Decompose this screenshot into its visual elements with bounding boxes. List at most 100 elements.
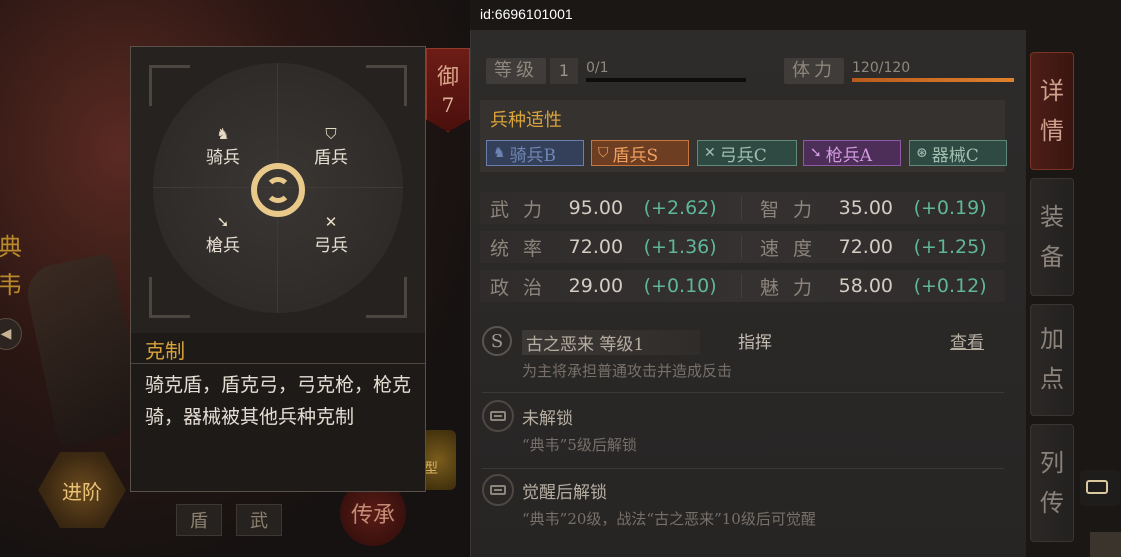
troop-aptitude-label: 盾兵S — [612, 145, 659, 166]
popup-title: 克制 — [145, 339, 185, 363]
divider — [741, 235, 742, 259]
counter-wheel: ♞ 骑兵 ⛉ 盾兵 ➘ 槍兵 ✕ 弓兵 — [153, 63, 403, 313]
skill-title: 未解锁 — [522, 409, 573, 429]
level-row: 等级 1 0/1 — [486, 58, 746, 84]
stat-name: 统率 — [490, 237, 557, 260]
tab-biography-label: 列传 — [1040, 449, 1064, 517]
hero-name: 典韦 — [0, 233, 22, 299]
tab-points[interactable]: 加点 — [1030, 304, 1074, 416]
stat-value: 72.00 — [568, 236, 624, 258]
stamina-text: 120/120 — [852, 60, 911, 76]
stat-name: 武力 — [490, 198, 557, 221]
troop-tag-force[interactable]: 武 — [236, 504, 282, 536]
stamina-bar: 120/120 — [852, 60, 1014, 82]
horse-icon: ♞ — [493, 145, 506, 161]
stat-value: 72.00 — [838, 236, 894, 258]
counter-wheel-area: ♞ 骑兵 ⛉ 盾兵 ➘ 槍兵 ✕ 弓兵 — [131, 47, 425, 333]
unit-spear: ➘ 槍兵 — [193, 213, 253, 256]
spear-icon: ➘ — [810, 145, 822, 161]
troop-aptitude-label: 骑兵B — [509, 145, 557, 166]
aptitude-title: 兵种适性 — [490, 110, 562, 131]
stat-bonus: (+1.36) — [643, 236, 717, 258]
stat-bonus: (+0.19) — [913, 197, 987, 219]
stamina-row: 体力 120/120 — [784, 58, 1014, 84]
gold-badge-label: 型 — [424, 461, 438, 477]
troop-tag-shield[interactable]: 盾 — [176, 504, 222, 536]
scroll-icon[interactable] — [1090, 532, 1121, 557]
divider — [131, 363, 425, 364]
stat-value: 29.00 — [568, 275, 624, 297]
troop-aptitude-4[interactable]: ⊛ 器械C — [909, 140, 1007, 166]
troop-aptitude-label: 器械C — [931, 145, 979, 166]
skill-title: 古之恶来 等级1 — [522, 330, 701, 355]
skill-type: 指挥 — [738, 333, 772, 353]
stat-value: 95.00 — [568, 197, 624, 219]
unit-bow-label: 弓兵 — [314, 236, 348, 256]
shield-icon: ⛉ — [598, 145, 609, 161]
spear-icon: ➘ — [216, 213, 230, 231]
divider — [741, 196, 742, 220]
troop-aptitude-2[interactable]: ✕ 弓兵C — [697, 140, 797, 166]
unit-cavalry-label: 骑兵 — [206, 148, 240, 168]
unit-spear-label: 槍兵 — [206, 236, 240, 256]
hero-armor-art — [22, 252, 148, 448]
stat-row: 政治 29.00 (+0.10) 魅力 58.00 (+0.12) — [480, 270, 1005, 302]
cycle-arrows-icon — [251, 163, 305, 217]
level-label: 等级 — [486, 58, 546, 84]
stat-name: 政治 — [490, 276, 557, 299]
troop-aptitude-label: 枪兵A — [825, 145, 873, 166]
horse-icon: ♞ — [216, 125, 230, 143]
tab-equipment-label: 装备 — [1040, 203, 1064, 271]
stat-bonus: (+1.25) — [913, 236, 987, 258]
shield-icon: ⛉ — [325, 125, 337, 143]
tab-biography[interactable]: 列传 — [1030, 424, 1074, 542]
mail-icon[interactable] — [1080, 470, 1120, 506]
account-id: id:6696101001 — [480, 6, 573, 22]
unit-bow: ✕ 弓兵 — [301, 213, 361, 256]
troop-aptitude-0[interactable]: ♞ 骑兵B — [486, 140, 584, 166]
stat-row: 统率 72.00 (+1.36) 速度 72.00 (+1.25) — [480, 231, 1005, 263]
popup-body: 骑克盾，盾克弓，弓克枪，枪克骑，器械被其他兵种克制 — [145, 374, 412, 428]
stat-name: 魅力 — [759, 276, 826, 299]
skill-2[interactable]: 未解锁 “典韦”5级后解锁 — [482, 400, 1012, 460]
lock-icon — [482, 400, 514, 432]
skill-view-link[interactable]: 查看 — [950, 328, 984, 353]
troop-counter-popup: ♞ 骑兵 ⛉ 盾兵 ➘ 槍兵 ✕ 弓兵 克制 骑克盾，盾克弓，弓克枪，枪克骑，器… — [130, 46, 426, 492]
skill-desc: “典韦”20级，战法“古之恶来”10级后可觉醒 — [522, 510, 816, 528]
unit-shield-label: 盾兵 — [314, 148, 348, 168]
troop-aptitude-label: 弓兵C — [719, 145, 767, 166]
unit-cavalry: ♞ 骑兵 — [193, 125, 253, 168]
ornament-corner — [366, 277, 407, 318]
account-info: id:6696101001 — [480, 0, 573, 22]
level-value: 1 — [550, 58, 578, 84]
stat-value: 58.00 — [838, 275, 894, 297]
defense-label: 御 — [436, 65, 459, 90]
ornament-corner — [149, 277, 190, 318]
stat-row: 武力 95.00 (+2.62) 智力 35.00 (+0.19) — [480, 192, 1005, 224]
bow-icon: ✕ — [324, 213, 338, 231]
defense-value: 7 — [441, 93, 455, 117]
skill-desc: 为主将承担普通攻击并造成反击 — [522, 362, 733, 380]
stat-name: 智力 — [759, 198, 826, 221]
exp-bar: 0/1 — [586, 60, 746, 82]
divider — [482, 468, 1004, 469]
tab-details[interactable]: 详情 — [1030, 52, 1074, 170]
bow-icon: ✕ — [704, 145, 716, 161]
lock-icon — [482, 474, 514, 506]
defense-banner: 御 7 — [426, 48, 470, 132]
stat-bonus: (+0.10) — [643, 275, 717, 297]
divider — [482, 392, 1004, 393]
tab-points-label: 加点 — [1040, 325, 1064, 393]
stat-bonus: (+2.62) — [643, 197, 717, 219]
stat-name: 速度 — [759, 237, 826, 260]
skill-title: 觉醒后解锁 — [522, 483, 607, 503]
skill-3[interactable]: 觉醒后解锁 “典韦”20级，战法“古之恶来”10级后可觉醒 — [482, 474, 1012, 534]
tab-details-label: 详情 — [1040, 77, 1064, 145]
troop-aptitude-3[interactable]: ➘ 枪兵A — [803, 140, 901, 166]
stamina-label: 体力 — [784, 58, 844, 84]
troop-aptitude-1[interactable]: ⛉ 盾兵S — [591, 140, 689, 166]
skill-1[interactable]: S 古之恶来 等级1 指挥 查看 为主将承担普通攻击并造成反击 — [482, 326, 1012, 386]
tab-equipment[interactable]: 装备 — [1030, 178, 1074, 296]
ornament-corner — [366, 65, 407, 106]
stat-bonus: (+0.12) — [913, 275, 987, 297]
